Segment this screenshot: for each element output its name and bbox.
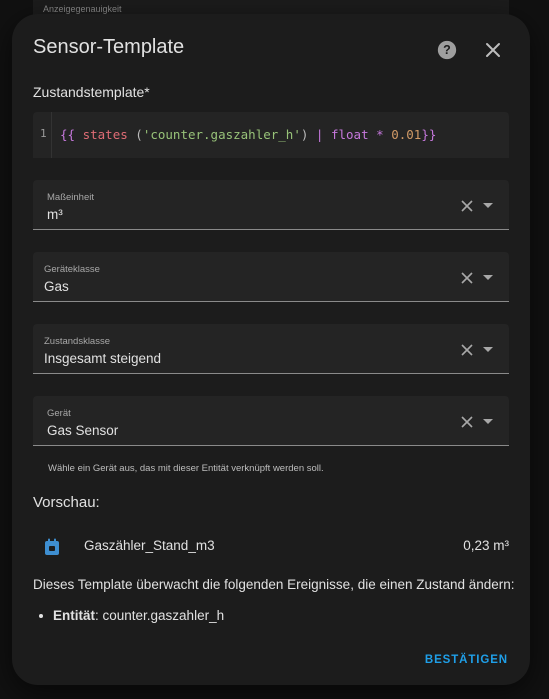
state-class-label: Zustandsklasse [44,336,111,347]
entity-state: 0,23 m³ [463,538,509,553]
clear-icon[interactable] [461,272,473,284]
device-value: Gas Sensor [47,423,119,438]
chevron-down-icon[interactable] [483,203,493,208]
line-number: 1 [40,127,47,140]
token-close: }} [421,127,437,142]
confirm-button[interactable]: BESTÄTIGEN [425,654,508,666]
clear-icon[interactable] [461,200,473,212]
watch-list-item: Entität: counter.gaszahler_h [38,608,225,623]
chevron-down-icon[interactable] [483,347,493,352]
token-float: float [330,127,369,142]
token-pipe: | [315,127,324,142]
clear-icon[interactable] [461,416,473,428]
preview-title: Vorschau: [33,494,100,511]
close-icon[interactable] [484,41,502,59]
token-paren-open: ( [135,127,143,142]
state-class-value: Insgesamt steigend [44,351,162,366]
device-select[interactable]: Gerät Gas Sensor [33,396,509,446]
token-open: {{ [60,127,76,142]
state-template-label: Zustandstemplate* [33,84,150,100]
svg-text:?: ? [443,43,451,57]
unit-select[interactable]: Maßeinheit m³ [33,180,509,230]
device-label: Gerät [47,408,71,419]
clear-icon[interactable] [461,344,473,356]
state-class-select[interactable]: Zustandsklasse Insgesamt steigend [33,324,509,374]
unit-label: Maßeinheit [47,192,94,203]
chevron-down-icon[interactable] [483,419,493,424]
dialog-title: Sensor-Template [33,36,185,58]
token-states: states [82,127,128,142]
entity-name: Gaszähler_Stand_m3 [84,538,215,553]
token-number: 0.01 [391,127,422,142]
device-class-label: Geräteklasse [44,264,100,275]
watch-item-key: Entität [53,608,95,623]
sensor-template-dialog: Sensor-Template ? Zustandstemplate* 1 {{… [12,14,530,685]
background-field-label: Anzeigegenauigkeit [43,4,122,14]
unit-value: m³ [47,207,63,222]
chevron-down-icon[interactable] [483,275,493,280]
device-helper-text: Wähle ein Gerät aus, das mit dieser Enti… [48,463,324,474]
preview-entity-row[interactable]: Gaszähler_Stand_m3 0,23 m³ [33,530,509,562]
token-paren-close: ) [300,127,309,142]
token-string: 'counter.gaszahler_h' [142,127,301,142]
counter-icon [45,538,59,555]
watch-item-value: : counter.gaszahler_h [95,608,225,623]
token-mult: * [376,127,384,142]
editor-gutter: 1 [33,112,52,158]
help-circle-icon[interactable]: ? [437,40,457,60]
device-class-value: Gas [44,279,69,294]
device-class-select[interactable]: Geräteklasse Gas [33,252,509,302]
watch-description: Dieses Template überwacht die folgenden … [33,577,515,592]
code-line[interactable]: {{ states ('counter.gaszahler_h') | floa… [60,127,436,142]
state-template-editor[interactable]: 1 {{ states ('counter.gaszahler_h') | fl… [33,112,509,158]
